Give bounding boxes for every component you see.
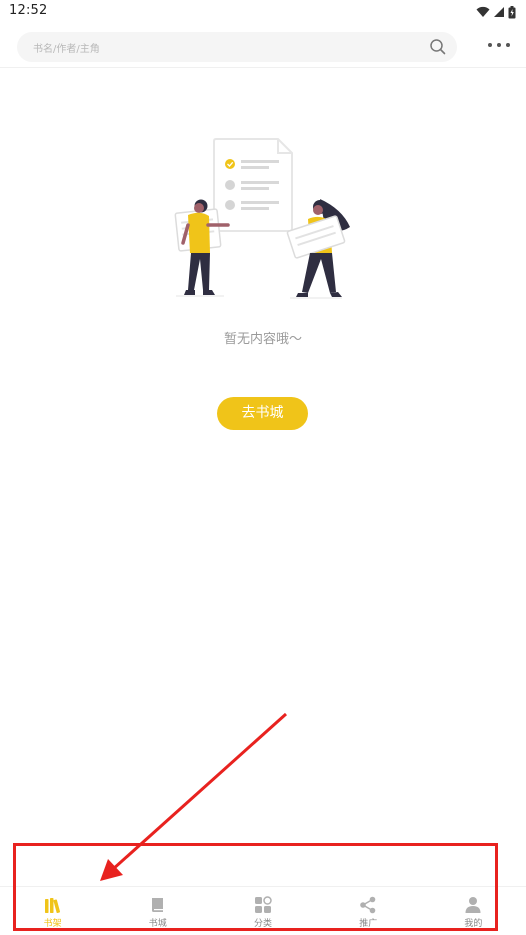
nav-label-category: 分类 [254, 919, 273, 929]
nav-item-mine[interactable]: 我的 [421, 887, 526, 935]
book-icon [151, 898, 163, 912]
document-illustration [213, 138, 293, 232]
share-icon [360, 896, 376, 914]
category-icon [255, 896, 272, 913]
woman-figure [286, 199, 350, 299]
nav-label-promotion: 推广 [359, 919, 378, 929]
bookshelf-icon [44, 898, 60, 914]
nav-label-bookstore: 书城 [148, 919, 167, 929]
empty-state-message: 暂无内容哦～ [223, 332, 302, 347]
wifi-icon [476, 6, 490, 17]
search-icon[interactable] [429, 38, 447, 56]
nav-item-category[interactable]: 分类 [210, 887, 315, 935]
nav-item-promotion[interactable]: 推广 [316, 887, 421, 935]
search-bar-row: 书名/作者/主角 [0, 26, 526, 68]
user-icon [465, 897, 481, 913]
go-to-bookstore-button[interactable]: 去书城 [217, 397, 308, 430]
battery-icon [508, 5, 516, 18]
more-options-icon[interactable] [488, 38, 510, 52]
bottom-navigation: 书架 书城 分类 推广 我的 [0, 886, 526, 935]
nav-label-bookshelf: 书架 [43, 919, 62, 929]
nav-label-mine: 我的 [464, 919, 483, 929]
empty-state-illustration [174, 138, 350, 299]
nav-item-bookshelf[interactable]: 书架 [0, 887, 105, 935]
nav-item-bookstore[interactable]: 书城 [105, 887, 210, 935]
status-bar: 12:52 [0, 0, 526, 24]
status-icons [476, 5, 516, 19]
status-time: 12:52 [9, 3, 48, 18]
search-input[interactable]: 书名/作者/主角 [17, 32, 457, 62]
search-placeholder: 书名/作者/主角 [33, 44, 100, 55]
signal-icon [494, 7, 504, 17]
